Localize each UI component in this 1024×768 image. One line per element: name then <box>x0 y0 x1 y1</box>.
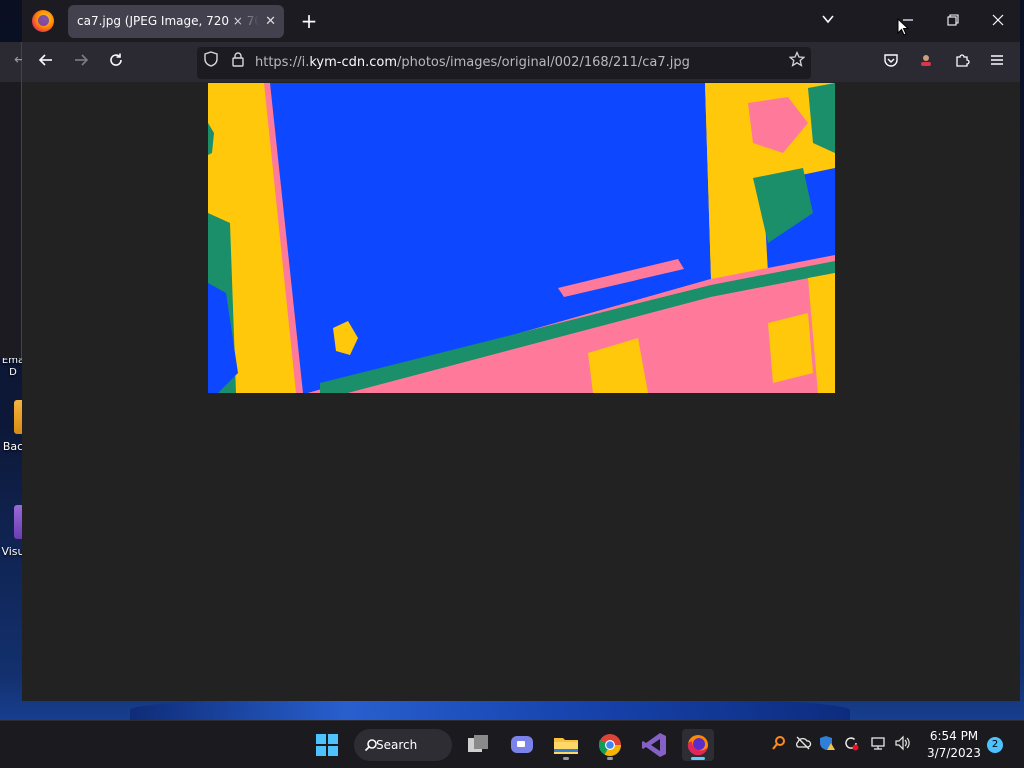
search-label: Search <box>376 738 418 752</box>
firefox-icon[interactable] <box>682 729 714 761</box>
task-view-icon[interactable] <box>462 729 494 761</box>
pocket-icon[interactable] <box>878 50 904 76</box>
new-tab-button[interactable]: + <box>296 8 322 34</box>
running-indicator <box>607 757 613 760</box>
list-all-tabs-icon[interactable] <box>816 10 840 32</box>
visual-studio-icon[interactable] <box>638 729 670 761</box>
url-prefix: https://i. <box>255 55 310 70</box>
shield-icon[interactable] <box>201 47 221 79</box>
running-indicator <box>691 757 705 760</box>
tab-bar: ca7.jpg (JPEG Image, 720 × 709 pixels) ✕… <box>22 0 1020 42</box>
background-window-back-icon: ← <box>0 42 26 82</box>
clock-date: 3/7/2023 <box>927 746 981 760</box>
url-host: kym-cdn.com <box>309 55 397 70</box>
firefox-logo-icon[interactable] <box>32 10 54 32</box>
back-button[interactable] <box>33 50 59 76</box>
network-icon[interactable] <box>868 735 888 755</box>
mouse-cursor <box>897 17 910 40</box>
menu-icon[interactable] <box>984 50 1010 76</box>
forward-button[interactable] <box>68 50 94 76</box>
file-explorer-icon[interactable] <box>550 729 582 761</box>
reload-button[interactable] <box>103 50 129 76</box>
tab-title: ca7.jpg (JPEG Image, 720 × 709 pixels) <box>77 14 259 28</box>
page-viewport <box>22 82 1020 701</box>
taskbar-clock[interactable]: 6:54 PM 3/7/2023 <box>922 728 986 762</box>
url-path: /photos/images/original/002/168/211/ca7.… <box>397 55 690 70</box>
onedrive-offline-icon[interactable] <box>793 735 813 755</box>
start-icon[interactable] <box>311 729 343 761</box>
chrome-icon[interactable] <box>594 729 626 761</box>
taskbar-search[interactable]: Search <box>354 729 452 761</box>
close-tab-icon[interactable]: ✕ <box>265 5 276 38</box>
search-icon <box>364 729 378 761</box>
firefox-window: ca7.jpg (JPEG Image, 720 × 709 pixels) ✕… <box>22 0 1020 701</box>
security-warning-icon[interactable] <box>817 735 837 755</box>
clock-time: 6:54 PM <box>929 729 979 743</box>
url-bar[interactable]: https://i.kym-cdn.com/photos/images/orig… <box>197 47 811 79</box>
restore-button[interactable] <box>941 10 965 32</box>
teams-chat-icon[interactable] <box>506 729 538 761</box>
lock-icon[interactable] <box>228 47 248 79</box>
taskbar: Search 6:54 PM 3/7/2023 2 <box>0 720 1024 768</box>
notification-badge[interactable]: 2 <box>987 737 1003 753</box>
background-window[interactable]: ← <box>0 42 26 358</box>
magnifier-tray-icon[interactable] <box>769 735 789 755</box>
tab-ca7-jpg[interactable]: ca7.jpg (JPEG Image, 720 × 709 pixels) ✕ <box>68 5 284 38</box>
extensions-icon[interactable] <box>949 50 975 76</box>
account-icon[interactable] <box>913 50 939 76</box>
close-window-button[interactable] <box>986 10 1010 32</box>
volume-icon[interactable] <box>892 735 912 755</box>
sync-error-icon[interactable] <box>841 735 861 755</box>
star-icon[interactable] <box>787 47 807 79</box>
url-text[interactable]: https://i.kym-cdn.com/photos/images/orig… <box>255 47 690 79</box>
running-indicator <box>563 757 569 760</box>
displayed-image[interactable] <box>208 83 835 393</box>
